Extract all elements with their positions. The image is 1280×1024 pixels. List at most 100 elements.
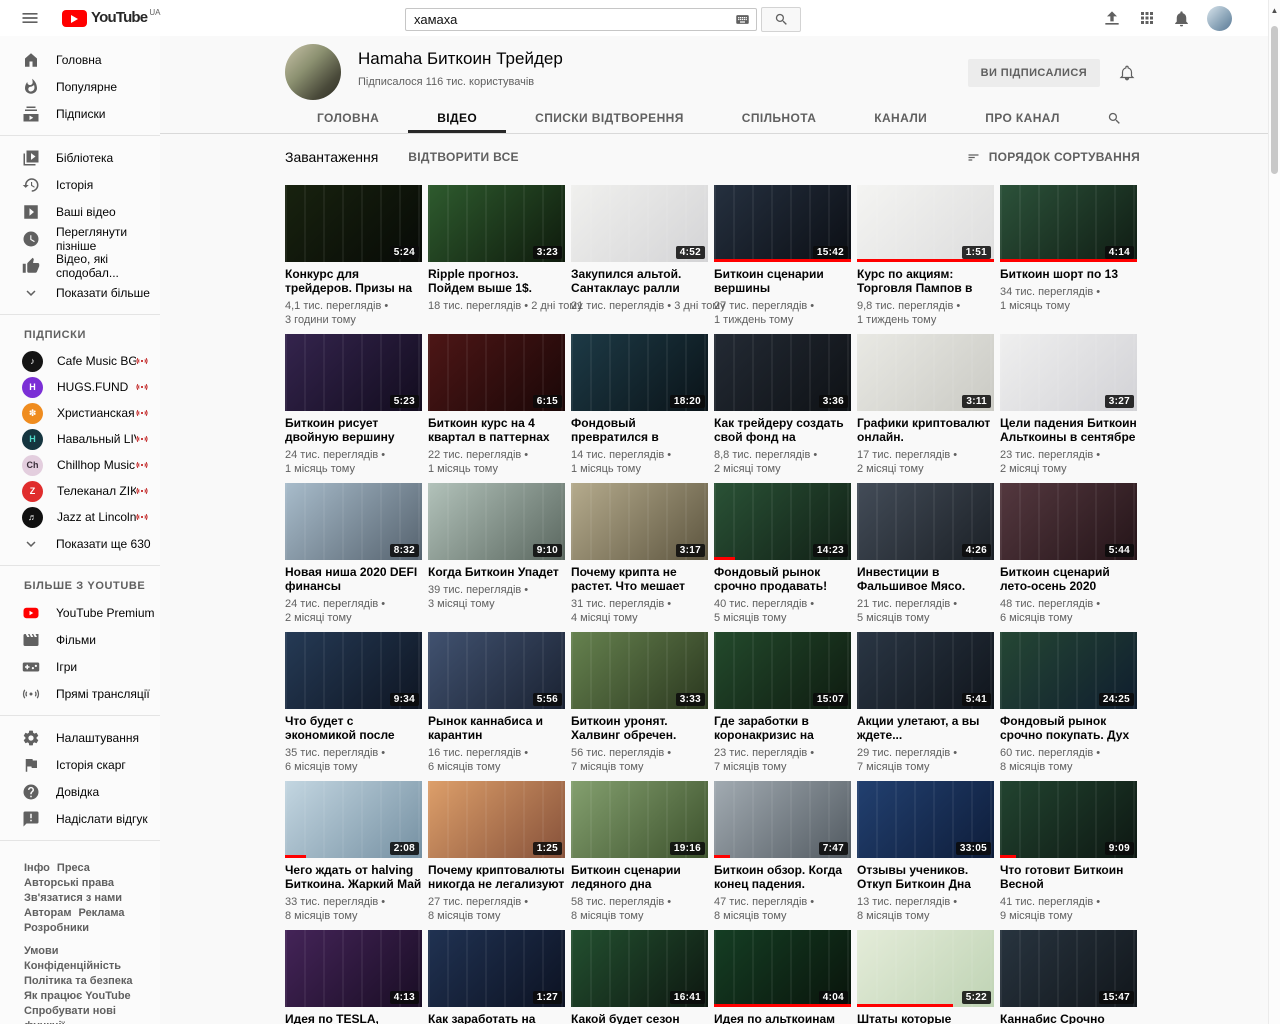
scrollbar-thumb[interactable] (1271, 26, 1278, 174)
video-card[interactable]: 5:41 Акции улетают, а вы ждете... 29 тис. … (857, 632, 994, 774)
video-card[interactable]: 4:26 Инвестиции в Фальшивое Мясо. Тесла с… (857, 483, 994, 625)
video-card[interactable]: 16:41 Какой будет сезон альтов. (571, 930, 708, 1024)
video-card[interactable]: 1:51 Курс по акциям: Торговля Пампов в Ко… (857, 185, 994, 327)
video-card[interactable]: 19:16 Биткоин сценарии ледяного дна 58 тис… (571, 781, 708, 923)
footer-link[interactable]: Реклама (79, 906, 125, 921)
sidebar-item-help[interactable]: Довідка (0, 778, 160, 805)
sidebar-item-feedback[interactable]: Надіслати відгук (0, 805, 160, 832)
subscription-channel[interactable]: ✽ Христианская му... (0, 400, 160, 426)
channel-bell-icon[interactable] (1118, 64, 1136, 82)
sidebar-item-subscriptions[interactable]: Підписки (0, 100, 160, 127)
video-card[interactable]: 9:34 Что будет с экономикой после каранти… (285, 632, 422, 774)
video-card[interactable]: 4:14 Биткоин шорт по 13 34 тис. переглядів… (1000, 185, 1137, 327)
subscription-channel[interactable]: ♪ Cafe Music BGM c... (0, 348, 160, 374)
video-meta: 27 тис. переглядів • 1 тиждень тому (714, 300, 815, 326)
video-card[interactable]: 18:20 Фондовый превратился в ФОРЕКС. Урок… (571, 334, 708, 476)
subscription-channel[interactable]: H HUGS.FUND (0, 374, 160, 400)
sidebar-item-history[interactable]: Історія (0, 171, 160, 198)
sort-button[interactable]: ПОРЯДОК СОРТУВАННЯ (966, 150, 1140, 165)
subscription-channel[interactable]: Н Навальный LIVE (0, 426, 160, 452)
video-card[interactable]: 9:10 Когда Биткоин Упадет 39 тис. перегляд… (428, 483, 565, 625)
sidebar-item-live[interactable]: Прямі трансляції (0, 680, 160, 707)
video-card[interactable]: 1:25 Почему криптовалюты никогда не легал… (428, 781, 565, 923)
search-button[interactable] (761, 7, 801, 32)
video-card[interactable]: 5:56 Рынок каннабиса и карантин 16 тис. пе… (428, 632, 565, 774)
video-card[interactable]: 24:25 Фондовый рынок срочно покупать. Дух… (1000, 632, 1137, 774)
tab-playlists[interactable]: СПИСКИ ВІДТВОРЕННЯ (506, 103, 713, 133)
play-all-button[interactable]: ВІДТВОРИТИ ВСЕ (408, 150, 519, 164)
youtube-logo[interactable]: YouTube UA (62, 8, 160, 28)
video-card[interactable]: 3:36 Как трейдеру создать свой фонд на Pr… (714, 334, 851, 476)
sidebar-item-your-videos[interactable]: Ваші відео (0, 198, 160, 225)
footer-link[interactable]: Як працює YouTube (24, 989, 131, 1004)
video-card[interactable]: 15:07 Где заработки в коронакризис на фон… (714, 632, 851, 774)
channel-avatar[interactable] (285, 44, 341, 100)
video-card[interactable]: 5:24 Конкурс для трейдеров. Призы на 500 … (285, 185, 422, 327)
video-card[interactable]: 15:42 Биткоин сценарии вершины 27 тис. пер… (714, 185, 851, 327)
sidebar-item-show-more[interactable]: Показати більше (0, 279, 160, 306)
video-card[interactable]: 8:32 Новая ниша 2020 DEFI финансы 24 тис. … (285, 483, 422, 625)
video-card[interactable]: 3:11 Графики криптовалют онлайн. Трейдинг… (857, 334, 994, 476)
footer-link[interactable]: Політика та безпека (24, 974, 133, 989)
channel-search-icon[interactable] (1089, 103, 1140, 133)
video-card[interactable]: 3:33 Биткоин уронят. Халвинг обречен. 56 т… (571, 632, 708, 774)
user-avatar[interactable] (1207, 5, 1232, 31)
sidebar-item-show-more-subscriptions[interactable]: Показати ще 630 (0, 530, 160, 557)
sidebar-item-watch-later[interactable]: Переглянути пізніше (0, 225, 160, 253)
page-scrollbar[interactable]: ▲ (1268, 0, 1280, 1024)
video-thumbnail: 4:04 (714, 930, 851, 1007)
video-card[interactable]: 33:05 Отзывы учеников. Откуп Биткоин Дна … (857, 781, 994, 923)
sidebar-item-gaming[interactable]: Ігри (0, 653, 160, 680)
video-card[interactable]: 5:23 Биткоин рисует двойную вершину 24 тис… (285, 334, 422, 476)
sidebar-item-library[interactable]: Бібліотека (0, 144, 160, 171)
sidebar-item-settings[interactable]: Налаштування (0, 724, 160, 751)
footer-link[interactable]: Авторам (24, 906, 72, 921)
footer-link[interactable]: Авторські права (24, 876, 114, 891)
video-card[interactable]: 6:15 Биткоин курс на 4 квартал в паттерна… (428, 334, 565, 476)
subscribed-button[interactable]: ВИ ПІДПИСАЛИСЯ (967, 59, 1100, 87)
search-input[interactable] (405, 8, 757, 31)
footer-link[interactable]: Преса (57, 861, 90, 876)
video-card[interactable]: 1:27 Как заработать на (428, 930, 565, 1024)
upload-icon[interactable] (1102, 8, 1122, 28)
video-card[interactable]: 4:13 Идея по TESLA, которая как (285, 930, 422, 1024)
video-card[interactable]: 3:17 Почему крипта не растет. Что мешает … (571, 483, 708, 625)
video-card[interactable]: 14:23 Фондовый рынок срочно продавать! Би… (714, 483, 851, 625)
tab-channels[interactable]: КАНАЛИ (845, 103, 956, 133)
video-card[interactable]: 4:04 Идея по альткоинам (714, 930, 851, 1024)
sidebar-item-report-history[interactable]: Історія скарг (0, 751, 160, 778)
video-card[interactable]: 9:09 Что готовит Биткоин Весной 41 тис. пе… (1000, 781, 1137, 923)
sidebar-item-home[interactable]: Головна (0, 46, 160, 73)
sidebar-item-liked-videos[interactable]: Відео, які сподобал... (0, 252, 160, 280)
tab-about[interactable]: ПРО КАНАЛ (956, 103, 1089, 133)
subscription-channel[interactable]: Ch Chillhop Music (0, 452, 160, 478)
video-card[interactable]: 4:52 Закупился альтой. Сантаклаус ралли п… (571, 185, 726, 327)
video-card[interactable]: 5:22 Штаты которые (857, 930, 994, 1024)
notifications-icon[interactable] (1172, 9, 1191, 28)
footer-link[interactable]: Інфо (24, 861, 50, 876)
footer-link[interactable]: Конфіденційність (24, 959, 121, 974)
tab-videos[interactable]: ВІДЕО (408, 103, 506, 133)
footer-link[interactable]: Умови (24, 944, 59, 959)
sidebar-item-premium[interactable]: YouTube Premium (0, 599, 160, 626)
sidebar-item-trending[interactable]: Популярне (0, 73, 160, 100)
video-card[interactable]: 3:27 Цели падения Биткоин Альткоины в сен… (1000, 334, 1137, 476)
video-card[interactable]: 2:08 Чего ждать от halving Биткоина. Жарк… (285, 781, 422, 923)
video-card[interactable]: 7:47 Биткоин обзор. Когда конец падения. 4… (714, 781, 851, 923)
video-thumbnail: 1:25 (428, 781, 565, 858)
menu-icon[interactable] (20, 8, 40, 28)
footer-link[interactable]: Зв'язатися з нами (24, 891, 122, 906)
scrollbar-up-arrow[interactable]: ▲ (1269, 0, 1280, 15)
video-card[interactable]: 15:47 Каннабис Срочно Покупать! (1000, 930, 1137, 1024)
sidebar-item-movies[interactable]: Фільми (0, 626, 160, 653)
tab-community[interactable]: СПІЛЬНОТА (713, 103, 846, 133)
tab-home[interactable]: ГОЛОВНА (288, 103, 408, 133)
footer-link[interactable]: Спробувати нові функції (24, 1004, 145, 1024)
keyboard-icon[interactable] (735, 12, 750, 27)
subscription-channel[interactable]: ♬ Jazz at Lincoln Ce... (0, 504, 160, 530)
video-card[interactable]: 5:44 Биткоин сценарий лето-осень 2020 48 т… (1000, 483, 1137, 625)
subscription-channel[interactable]: Z Телеканал ZIK (0, 478, 160, 504)
apps-icon[interactable] (1138, 9, 1156, 27)
footer-link[interactable]: Розробники (24, 921, 89, 936)
video-card[interactable]: 3:23 Ripple прогноз. Пойдем выше 1$. 18 ти… (428, 185, 583, 327)
